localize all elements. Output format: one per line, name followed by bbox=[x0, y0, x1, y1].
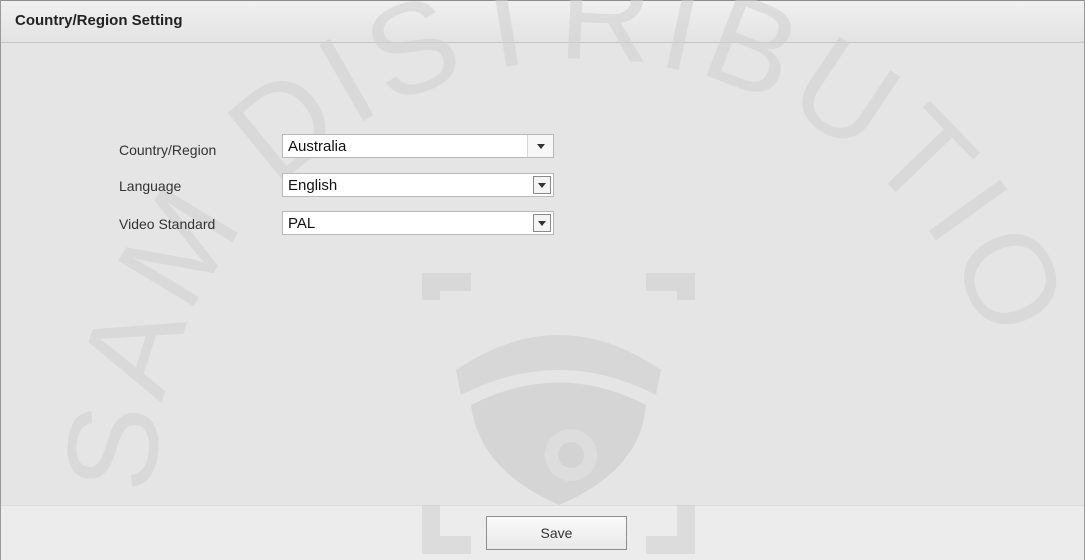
page-title: Country/Region Setting bbox=[15, 12, 183, 29]
language-value: English bbox=[288, 177, 338, 194]
chevron-down-icon[interactable] bbox=[527, 135, 553, 157]
video-standard-value: PAL bbox=[288, 215, 316, 232]
settings-panel: Country/Region Setting SAM DISTRIBUTION … bbox=[0, 0, 1085, 560]
language-select[interactable]: English bbox=[282, 173, 554, 197]
video-standard-select[interactable]: PAL bbox=[282, 211, 554, 235]
country-region-label: Country/Region bbox=[119, 142, 217, 158]
chevron-down-icon[interactable] bbox=[533, 176, 551, 194]
country-region-value: Australia bbox=[288, 138, 347, 155]
panel-header: Country/Region Setting bbox=[1, 0, 1084, 43]
chevron-down-icon[interactable] bbox=[533, 214, 551, 232]
content-area bbox=[1, 43, 1084, 505]
country-region-select[interactable]: Australia bbox=[282, 134, 554, 158]
language-label: Language bbox=[119, 178, 182, 194]
save-button[interactable]: Save bbox=[486, 516, 627, 550]
video-standard-label: Video Standard bbox=[119, 216, 216, 232]
